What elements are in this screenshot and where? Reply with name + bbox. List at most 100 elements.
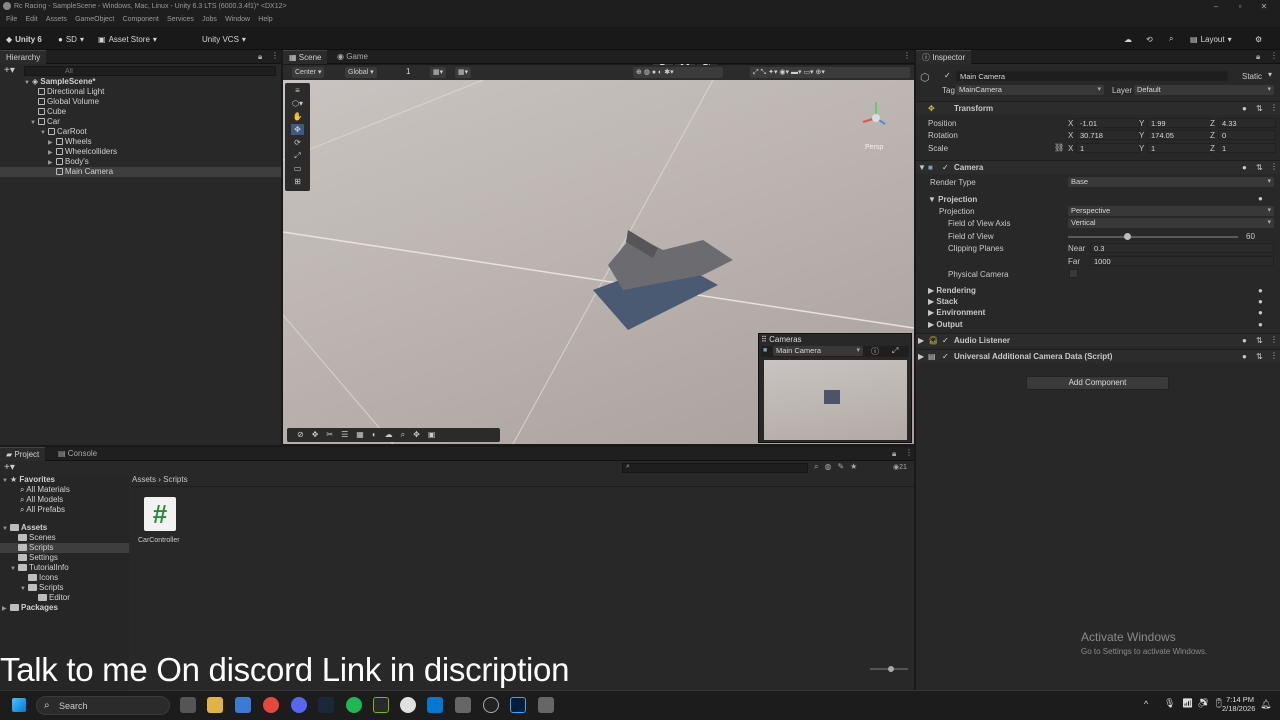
snap-value[interactable]: 1 — [406, 67, 410, 76]
tab-hierarchy[interactable]: Hierarchy — [0, 50, 47, 64]
more-icon[interactable]: ⋮ — [1270, 162, 1278, 171]
tree-icons[interactable]: Icons — [0, 573, 58, 583]
hierarchy-item-main-camera[interactable]: Main Camera — [0, 167, 281, 177]
stack-section[interactable]: ▶ Stack — [928, 297, 958, 306]
tab-scene[interactable]: ▦ Scene — [283, 50, 328, 64]
more-icon[interactable]: ⋮ — [271, 51, 279, 60]
urp-data-checkbox[interactable]: ✓ — [942, 353, 950, 361]
position-x-field[interactable]: -1.01 — [1076, 118, 1140, 128]
pivot-dropdown[interactable]: Center ▾ — [292, 67, 325, 78]
menu-help[interactable]: Help — [258, 16, 272, 23]
help-icon[interactable]: ● — [1258, 308, 1263, 317]
tree-packages[interactable]: ▶ Packages — [0, 603, 58, 613]
presets-icon[interactable]: ⇅ — [1256, 336, 1263, 345]
scene-view-options[interactable]: ⤢ ⤡ ✦▾ ◉▾ ▬▾ ▭▾ ⊕▾ — [750, 67, 910, 78]
add-icon[interactable]: +▾ — [4, 462, 15, 473]
discord-icon[interactable] — [291, 697, 307, 713]
tag-dropdown[interactable]: MainCamera — [956, 85, 1104, 95]
transform-header[interactable]: ✥ Transform ● ⇅ ⋮ — [916, 101, 1280, 115]
increment-snap-button[interactable]: ▦▾ — [455, 67, 472, 78]
more-icon[interactable]: ⋮ — [905, 448, 913, 457]
help-icon[interactable]: ● — [1242, 163, 1247, 172]
tree-settings[interactable]: Settings — [0, 553, 58, 563]
overlay-tool-icons[interactable]: ⊘✥✂☰▦◐☁⌕✥▣ — [287, 430, 443, 439]
project-search-input[interactable] — [622, 463, 808, 473]
more-icon[interactable]: ⋮ — [1270, 351, 1278, 360]
help-icon[interactable]: ● — [1258, 320, 1263, 329]
hierarchy-search-input[interactable] — [24, 66, 276, 76]
output-section[interactable]: ▶ Output — [928, 320, 963, 329]
audio-listener-checkbox[interactable]: ✓ — [942, 337, 950, 345]
rotation-y-field[interactable]: 174.05 — [1147, 130, 1211, 140]
tab-game[interactable]: ◉ Game — [331, 50, 374, 64]
audio-listener-header[interactable]: ▶ 🎧︎ ✓ Audio Listener ● ⇅ ⋮ — [916, 333, 1280, 347]
expand-icon[interactable]: ⤢ — [892, 346, 898, 356]
add-component-button[interactable]: Add Component — [1026, 376, 1169, 390]
menu-icon[interactable]: ≡ — [291, 85, 304, 96]
persp-label[interactable]: Persp — [865, 144, 883, 151]
minimize-icon[interactable]: – — [1204, 2, 1228, 12]
camera-select-dropdown[interactable]: Main Camera — [773, 346, 863, 356]
layer-dropdown[interactable]: Default — [1134, 85, 1274, 95]
environment-section[interactable]: ▶ Environment — [928, 308, 985, 317]
hierarchy-item-car[interactable]: ▼ Car — [0, 117, 60, 127]
cloud-icon[interactable]: ☁ — [1124, 32, 1132, 46]
filter-icons[interactable]: ⌕◍✎★ — [814, 462, 863, 472]
hierarchy-item-wheelcolliders[interactable]: ▶ Wheelcolliders — [0, 147, 117, 157]
grid-snap-button[interactable]: ▦▾ — [430, 67, 447, 78]
more-icon[interactable]: ⋮ — [1270, 335, 1278, 344]
move-tool-icon[interactable]: ✥ — [291, 124, 304, 135]
vcs-dropdown[interactable]: Unity VCS ▾ — [202, 32, 246, 46]
rect-tool-icon[interactable]: ▭ — [291, 163, 304, 174]
hierarchy-item-carroot[interactable]: ▼ CarRoot — [0, 127, 87, 137]
vscode-icon[interactable] — [427, 697, 443, 713]
projection-section[interactable]: ▼ Projection — [928, 195, 977, 204]
menu-component[interactable]: Component — [123, 16, 159, 23]
tab-project[interactable]: ▰ Project — [0, 447, 46, 461]
urp-camera-data-header[interactable]: ▶ ▤ ✓ Universal Additional Camera Data (… — [916, 349, 1280, 363]
space-dropdown[interactable]: Global ▾ — [345, 67, 377, 78]
scale-z-field[interactable]: 1 — [1218, 143, 1276, 153]
far-clip-field[interactable]: 1000 — [1090, 256, 1274, 266]
menu-file[interactable]: File — [6, 16, 17, 23]
tree-favorites[interactable]: ▼ ★ Favorites — [0, 475, 55, 485]
help-icon[interactable]: ● — [1242, 104, 1247, 113]
hierarchy-item-wheels[interactable]: ▶ Wheels — [0, 137, 92, 147]
store-icon[interactable] — [235, 697, 251, 713]
fov-slider-knob[interactable] — [1124, 233, 1132, 240]
static-toggle[interactable]: Static — [1242, 72, 1262, 81]
rotation-x-field[interactable]: 30.718 — [1076, 130, 1140, 140]
tree-scripts[interactable]: Scripts — [0, 543, 129, 553]
menu-window[interactable]: Window — [225, 16, 250, 23]
breadcrumb-assets[interactable]: Assets — [132, 475, 156, 484]
rendering-section[interactable]: ▶ Rendering — [928, 286, 976, 295]
tree-assets[interactable]: ▼ Assets — [0, 523, 47, 533]
presets-icon[interactable]: ⇅ — [1256, 163, 1263, 172]
menu-gameobject[interactable]: GameObject — [75, 16, 114, 23]
unity-editor-icon[interactable] — [538, 697, 554, 713]
taskbar-clock[interactable]: 7:14 PM 2/18/2026 — [1222, 695, 1255, 713]
menu-assets[interactable]: Assets — [46, 16, 67, 23]
notification-bell-icon[interactable]: 🔔︎ — [1260, 699, 1271, 710]
fov-axis-dropdown[interactable]: Vertical — [1068, 218, 1274, 228]
render-type-dropdown[interactable]: Base — [1068, 177, 1274, 187]
cameras-overlay[interactable]: ⠿ Cameras ■ Main Camera ⓘ ⤢ — [758, 333, 912, 443]
draw-mode-toggles[interactable]: ⊕ ◍ ● ◐ ✱▾ — [633, 67, 723, 78]
more-icon[interactable]: ⋮ — [1270, 103, 1278, 112]
tab-inspector[interactable]: ⓘ Inspector — [916, 50, 972, 64]
history-icon[interactable]: ⟲ — [1146, 32, 1153, 46]
rotation-z-field[interactable]: 0 — [1218, 130, 1276, 140]
chrome-icon[interactable] — [263, 697, 279, 713]
photoshop-icon[interactable] — [510, 697, 526, 713]
layout-dropdown[interactable]: ▤ Layout ▾ — [1190, 32, 1232, 46]
projection-dropdown[interactable]: Perspective — [1068, 206, 1274, 216]
lock-icon[interactable]: 🔒︎ — [258, 52, 262, 62]
hierarchy-item-cube[interactable]: Cube — [0, 107, 66, 117]
steam-icon[interactable] — [318, 697, 334, 713]
transform-tool-icon[interactable]: ⊞ — [291, 176, 304, 187]
position-y-field[interactable]: 1.99 — [1147, 118, 1211, 128]
unity-account-button[interactable]: ◆ Unity 6 — [6, 32, 42, 46]
settings-icon[interactable]: ⚙ — [1255, 32, 1262, 46]
scale-x-field[interactable]: 1 — [1076, 143, 1140, 153]
help-icon[interactable]: ● — [1258, 194, 1263, 203]
